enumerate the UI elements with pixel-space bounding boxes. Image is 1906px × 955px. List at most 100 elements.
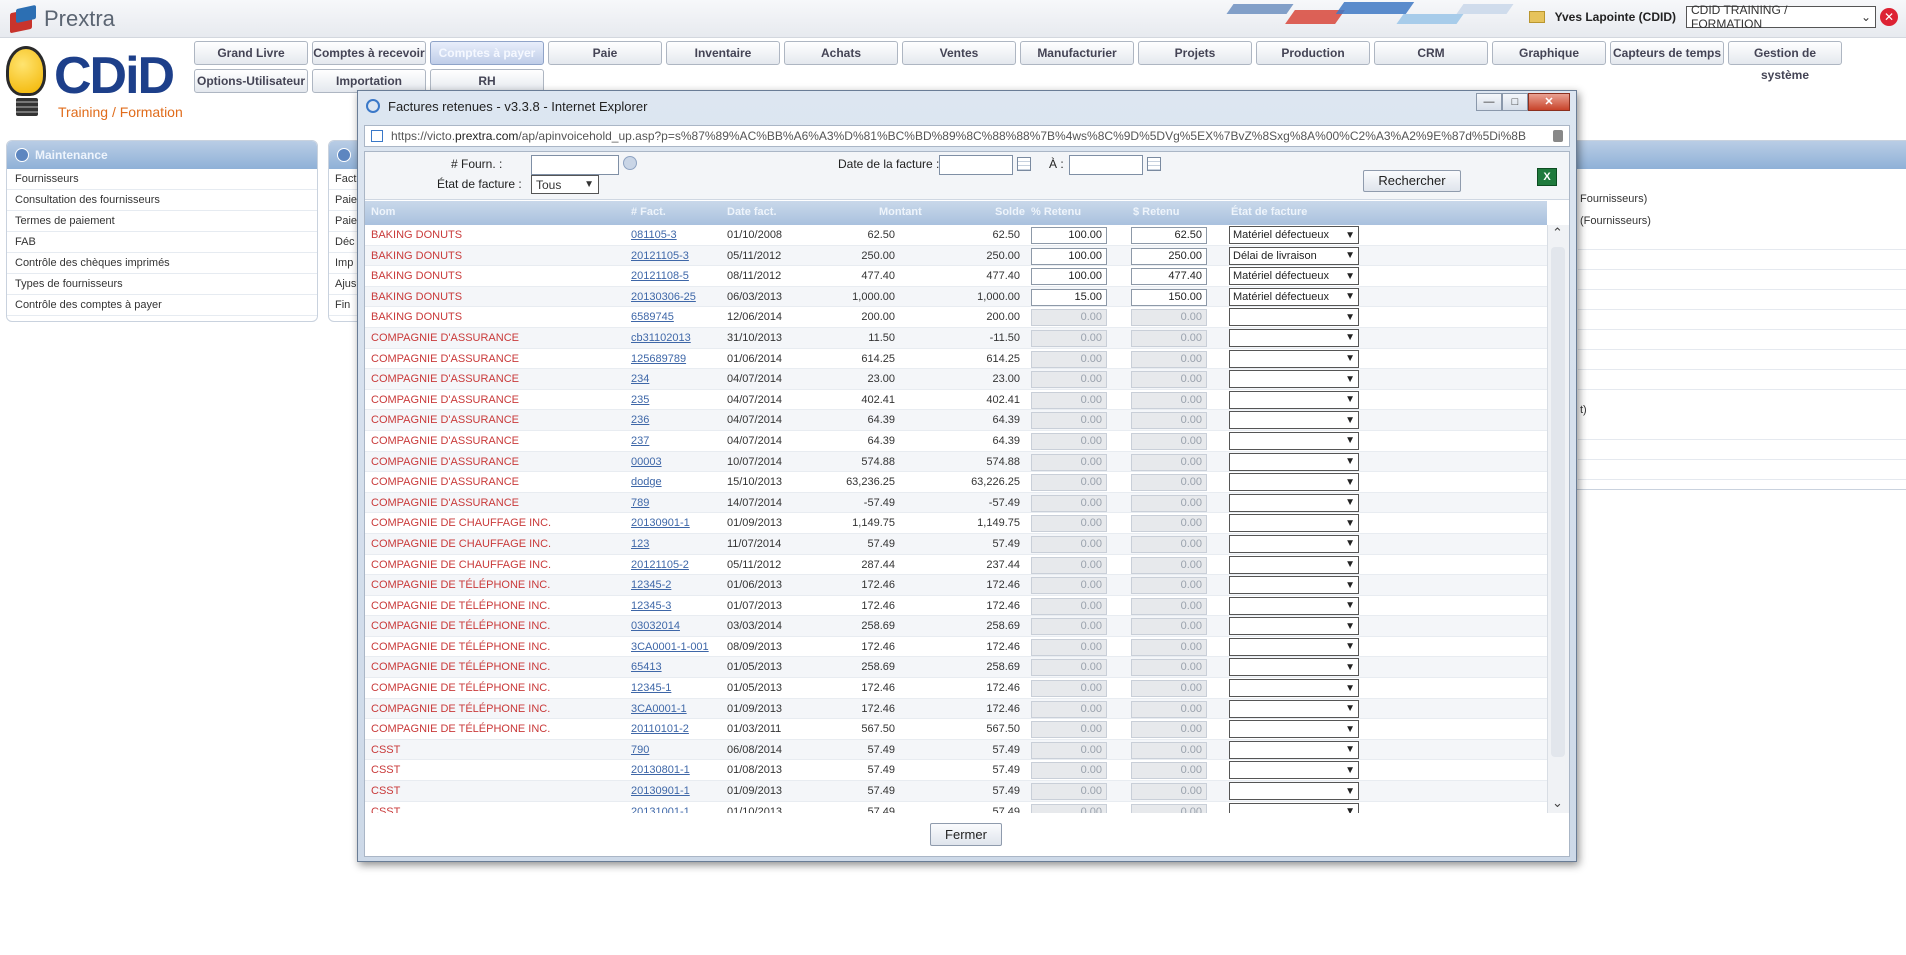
pct-retenu-input[interactable]: 100.00: [1031, 247, 1107, 265]
close-button[interactable]: Fermer: [930, 823, 1002, 846]
nav-grand-livre[interactable]: Grand Livre: [194, 41, 308, 65]
address-bar[interactable]: https://victo.prextra.com/ap/apinvoiceho…: [364, 125, 1570, 147]
etat-select[interactable]: ▼: [1229, 308, 1359, 327]
col-date[interactable]: Date fact.: [727, 206, 777, 218]
invoice-link[interactable]: 789: [631, 497, 649, 509]
collapse-icon[interactable]: [337, 148, 351, 162]
invoice-link[interactable]: 65413: [631, 661, 662, 673]
etat-select[interactable]: ▼: [1229, 328, 1359, 347]
nav-paie[interactable]: Paie: [548, 41, 662, 65]
invoice-link[interactable]: 081105-3: [631, 229, 677, 241]
nav-comptes-payer[interactable]: Comptes à payer: [430, 41, 544, 65]
etat-select[interactable]: ▼: [1229, 555, 1359, 574]
menu-item[interactable]: Fournisseurs): [1580, 193, 1647, 205]
etat-select[interactable]: ▼: [1229, 452, 1359, 471]
invoice-link[interactable]: 20130306-25: [631, 291, 696, 303]
search-button[interactable]: Rechercher: [1363, 170, 1461, 192]
nav-ventes[interactable]: Ventes: [902, 41, 1016, 65]
menu-types-fournisseurs[interactable]: Types de fournisseurs: [7, 274, 317, 295]
etat-select[interactable]: Matériel défectueux ▼: [1229, 287, 1359, 306]
col-retenu[interactable]: $ Retenu: [1133, 206, 1179, 218]
retenu-input[interactable]: 150.00: [1131, 288, 1207, 306]
menu-controle-comptes[interactable]: Contrôle des comptes à payer: [7, 295, 317, 316]
etat-select[interactable]: Tous ▼: [531, 175, 599, 194]
invoice-link[interactable]: 20121105-3: [631, 250, 689, 262]
invoice-link[interactable]: 03032014: [631, 620, 680, 632]
nav-inventaire[interactable]: Inventaire: [666, 41, 780, 65]
etat-select[interactable]: ▼: [1229, 761, 1359, 780]
nav-production[interactable]: Production: [1256, 41, 1370, 65]
col-etat[interactable]: État de facture: [1231, 206, 1307, 218]
etat-select[interactable]: ▼: [1229, 576, 1359, 595]
etat-select[interactable]: ▼: [1229, 658, 1359, 677]
col-montant[interactable]: Montant: [879, 206, 922, 218]
etat-select[interactable]: Matériel défectueux ▼: [1229, 267, 1359, 286]
invoice-link[interactable]: 3CA0001-1-001: [631, 641, 709, 653]
company-select[interactable]: CDID TRAINING / FORMATION ⌄: [1686, 3, 1876, 31]
invoice-link[interactable]: 236: [631, 414, 649, 426]
menu-fournisseurs[interactable]: Fournisseurs: [7, 169, 317, 190]
window-titlebar[interactable]: Factures retenues - v3.3.8 - Internet Ex…: [358, 91, 1576, 121]
etat-select[interactable]: ▼: [1229, 782, 1359, 801]
scroll-thumb[interactable]: [1551, 247, 1565, 757]
menu-controle-cheques[interactable]: Contrôle des chèques imprimés: [7, 253, 317, 274]
invoice-link[interactable]: 237: [631, 435, 649, 447]
invoice-link[interactable]: cb31102013: [631, 332, 691, 344]
menu-termes-paiement[interactable]: Termes de paiement: [7, 211, 317, 232]
invoice-link[interactable]: 20130901-1: [631, 785, 690, 797]
search-fournisseur-icon[interactable]: [623, 156, 637, 170]
date-to-input[interactable]: [1069, 155, 1143, 175]
pct-retenu-input[interactable]: 15.00: [1031, 288, 1107, 306]
invoice-link[interactable]: 790: [631, 744, 649, 756]
etat-select[interactable]: ▼: [1229, 473, 1359, 492]
invoice-link[interactable]: 234: [631, 373, 649, 385]
nav-achats[interactable]: Achats: [784, 41, 898, 65]
retenu-input[interactable]: 250.00: [1131, 247, 1207, 265]
invoice-link[interactable]: 20130801-1: [631, 764, 690, 776]
etat-select[interactable]: ▼: [1229, 740, 1359, 759]
maximize-icon[interactable]: □: [1502, 93, 1528, 111]
etat-select[interactable]: ▼: [1229, 617, 1359, 636]
fourn-input[interactable]: [531, 155, 619, 175]
nav-projets[interactable]: Projets: [1138, 41, 1252, 65]
vertical-scrollbar[interactable]: ⌃ ⌄: [1547, 225, 1569, 813]
menu-fab[interactable]: FAB: [7, 232, 317, 253]
menu-item[interactable]: t): [1580, 404, 1587, 416]
excel-export-icon[interactable]: X: [1537, 168, 1557, 186]
invoice-link[interactable]: 235: [631, 394, 649, 406]
invoice-link[interactable]: 3CA0001-1: [631, 703, 687, 715]
date-from-input[interactable]: [939, 155, 1013, 175]
etat-select[interactable]: ▼: [1229, 637, 1359, 656]
nav-gestion-systeme[interactable]: Gestion de système: [1728, 41, 1842, 82]
calendar-icon[interactable]: [1147, 157, 1161, 171]
pct-retenu-input[interactable]: 100.00: [1031, 268, 1107, 286]
etat-select[interactable]: ▼: [1229, 596, 1359, 615]
chevron-up-icon[interactable]: ⌃: [1552, 225, 1563, 241]
nav-comptes-recevoir[interactable]: Comptes à recevoir: [312, 41, 426, 65]
etat-select[interactable]: ▼: [1229, 534, 1359, 553]
invoice-link[interactable]: 20130901-1: [631, 517, 690, 529]
col-nom[interactable]: Nom: [371, 206, 395, 218]
etat-select[interactable]: ▼: [1229, 720, 1359, 739]
invoice-link[interactable]: 20110101-2: [631, 723, 689, 735]
invoice-link[interactable]: 125689789: [631, 353, 686, 365]
etat-select[interactable]: ▼: [1229, 679, 1359, 698]
minimize-icon[interactable]: —: [1476, 93, 1502, 111]
etat-select[interactable]: ▼: [1229, 370, 1359, 389]
etat-select[interactable]: ▼: [1229, 411, 1359, 430]
invoice-link[interactable]: 12345-2: [631, 579, 671, 591]
collapse-icon[interactable]: [15, 148, 29, 162]
calendar-icon[interactable]: [1017, 157, 1031, 171]
etat-select[interactable]: ▼: [1229, 431, 1359, 450]
etat-select[interactable]: ▼: [1229, 802, 1359, 813]
invoice-link[interactable]: 12345-1: [631, 682, 671, 694]
nav-manufacturier[interactable]: Manufacturier: [1020, 41, 1134, 65]
invoice-link[interactable]: 20131001-1: [631, 806, 690, 813]
chevron-down-icon[interactable]: ⌄: [1552, 795, 1563, 811]
close-icon[interactable]: ✕: [1528, 93, 1570, 111]
etat-select[interactable]: Matériel défectueux ▼: [1229, 226, 1359, 244]
menu-consultation-fournisseurs[interactable]: Consultation des fournisseurs: [7, 190, 317, 211]
etat-select[interactable]: ▼: [1229, 390, 1359, 409]
logout-icon[interactable]: ✕: [1880, 8, 1898, 26]
nav-capteurs-temps[interactable]: Capteurs de temps: [1610, 41, 1724, 65]
